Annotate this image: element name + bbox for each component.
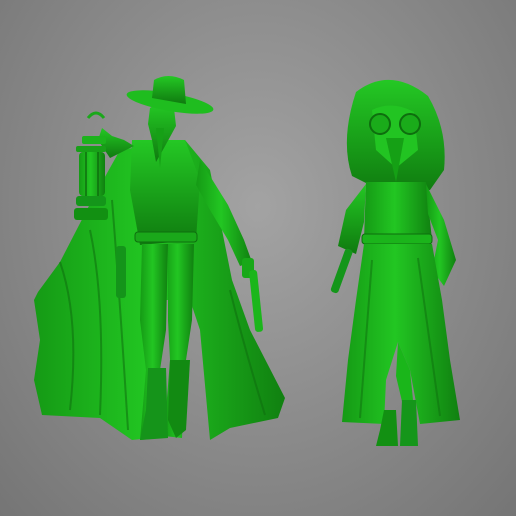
hip-holster	[116, 246, 126, 298]
right-boot	[168, 360, 190, 438]
render-viewport	[0, 0, 516, 516]
woman-torso	[364, 182, 432, 240]
belt	[134, 231, 198, 243]
woman-right-boot	[400, 400, 418, 446]
woman-left-arm	[338, 184, 366, 254]
hip-tool	[330, 248, 353, 294]
render-scene	[34, 76, 460, 446]
woman-belt	[361, 233, 433, 245]
plague-doctor-gunslinger-miniature-icon	[34, 76, 285, 440]
right-goggle	[399, 113, 421, 135]
plague-doctor-woman-miniature-icon	[330, 79, 460, 446]
left-goggle	[369, 113, 391, 135]
torso	[130, 140, 200, 245]
